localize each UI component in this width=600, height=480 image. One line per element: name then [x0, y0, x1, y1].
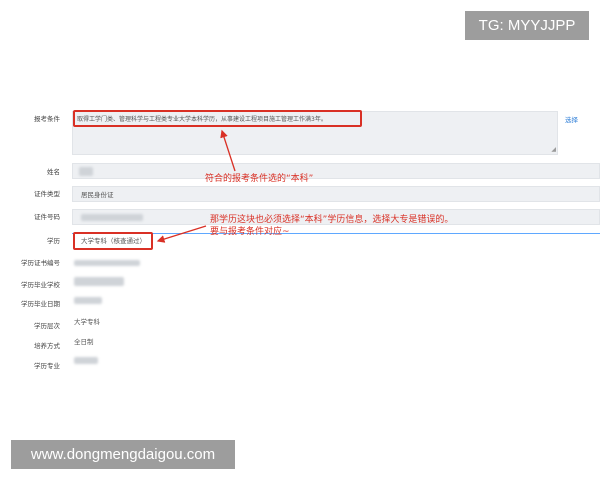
site-watermark: www.dongmengdaigou.com [11, 440, 235, 469]
annotation-note-1: 符合的报考条件选的“本科” [205, 174, 314, 184]
annotation-note-2-line-1: 那学历这块也必须选择“本科”学历信息，选择大专是错误的。 [210, 215, 454, 225]
annotation-note-2-line-2: 要与报考条件对应~ [210, 227, 290, 237]
arrow-to-education [156, 225, 207, 243]
annotation-arrows [156, 129, 236, 243]
arrow-to-exam-condition [220, 129, 236, 172]
